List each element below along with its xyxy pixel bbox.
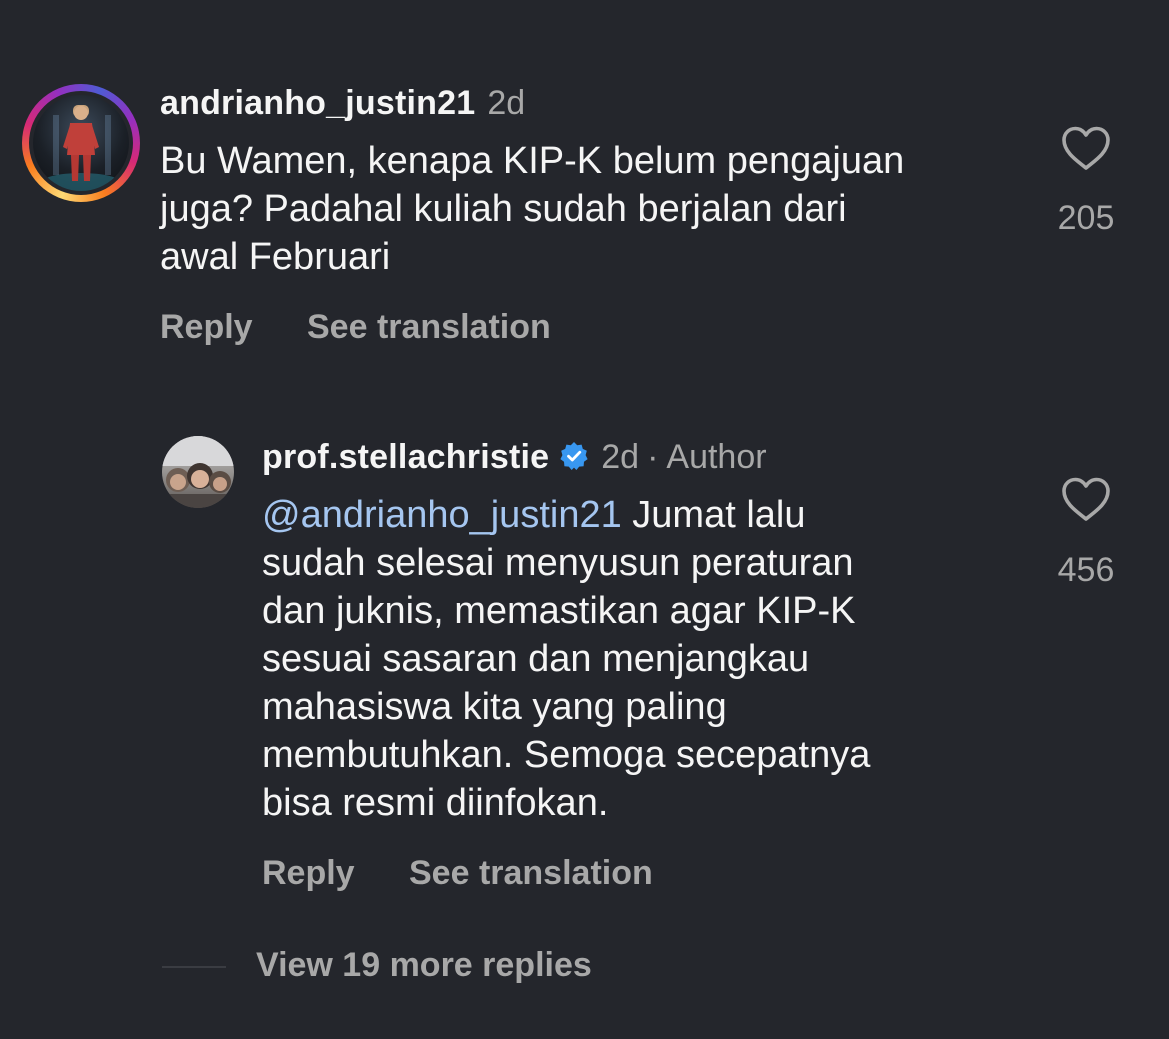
reply-text: @andrianho_justin21 Jumat lalu sudah sel…: [262, 491, 1022, 827]
reply-username[interactable]: prof.stellachristie: [262, 438, 549, 476]
reply-header: prof.stellachristie 2d · Author: [262, 438, 767, 477]
reply-like-button[interactable]: [1061, 477, 1111, 523]
verified-badge-icon: [559, 441, 589, 471]
heart-icon: [1062, 477, 1110, 521]
like-count: 205: [1057, 199, 1115, 237]
see-translation-button[interactable]: See translation: [307, 308, 551, 347]
view-replies-divider: [162, 966, 226, 968]
reply-text-line: membutuhkan. Semoga secepatnya: [262, 734, 871, 776]
reply-button[interactable]: Reply: [160, 308, 253, 347]
comment-text-line: awal Februari: [160, 236, 391, 278]
view-more-replies-button[interactable]: View 19 more replies: [256, 946, 592, 985]
reply-see-translation-button[interactable]: See translation: [409, 854, 653, 893]
reply-reply-button[interactable]: Reply: [262, 854, 355, 893]
reply-text-line: dan juknis, memastikan agar KIP-K: [262, 590, 856, 632]
separator-dot: ·: [647, 438, 659, 476]
reply-text-line: sudah selesai menyusun peraturan: [262, 542, 854, 584]
comment-time: 2d: [487, 84, 526, 122]
like-button[interactable]: [1061, 126, 1111, 172]
comment-text-line: Bu Wamen, kenapa KIP-K belum pengajuan: [160, 140, 905, 182]
comment-text: Bu Wamen, kenapa KIP-K belum pengajuan j…: [160, 137, 1040, 281]
reply-text-line: mahasiswa kita yang paling: [262, 686, 727, 728]
heart-icon: [1062, 126, 1110, 170]
reply-time: 2d: [601, 438, 640, 476]
reply-text-line: @andrianho_justin21 Jumat lalu: [262, 491, 1022, 539]
profile-photo-icon: [41, 105, 121, 191]
comment-username[interactable]: andrianho_justin21: [160, 84, 475, 122]
avatar[interactable]: [33, 95, 129, 191]
mention-link[interactable]: @andrianho_justin21: [262, 494, 622, 536]
comment-text-line: juga? Padahal kuliah sudah berjalan dari: [160, 188, 847, 230]
reply-text-line: sesuai sasaran dan menjangkau: [262, 638, 810, 680]
comment-header: andrianho_justin21 2d: [160, 84, 525, 123]
reply-avatar[interactable]: [162, 436, 234, 508]
author-label: Author: [666, 438, 767, 476]
reply-like-count: 456: [1057, 551, 1115, 589]
reply-text-start: Jumat lalu: [621, 494, 806, 536]
reply-text-line: bisa resmi diinfokan.: [262, 782, 609, 824]
profile-photo-icon: [162, 436, 234, 508]
